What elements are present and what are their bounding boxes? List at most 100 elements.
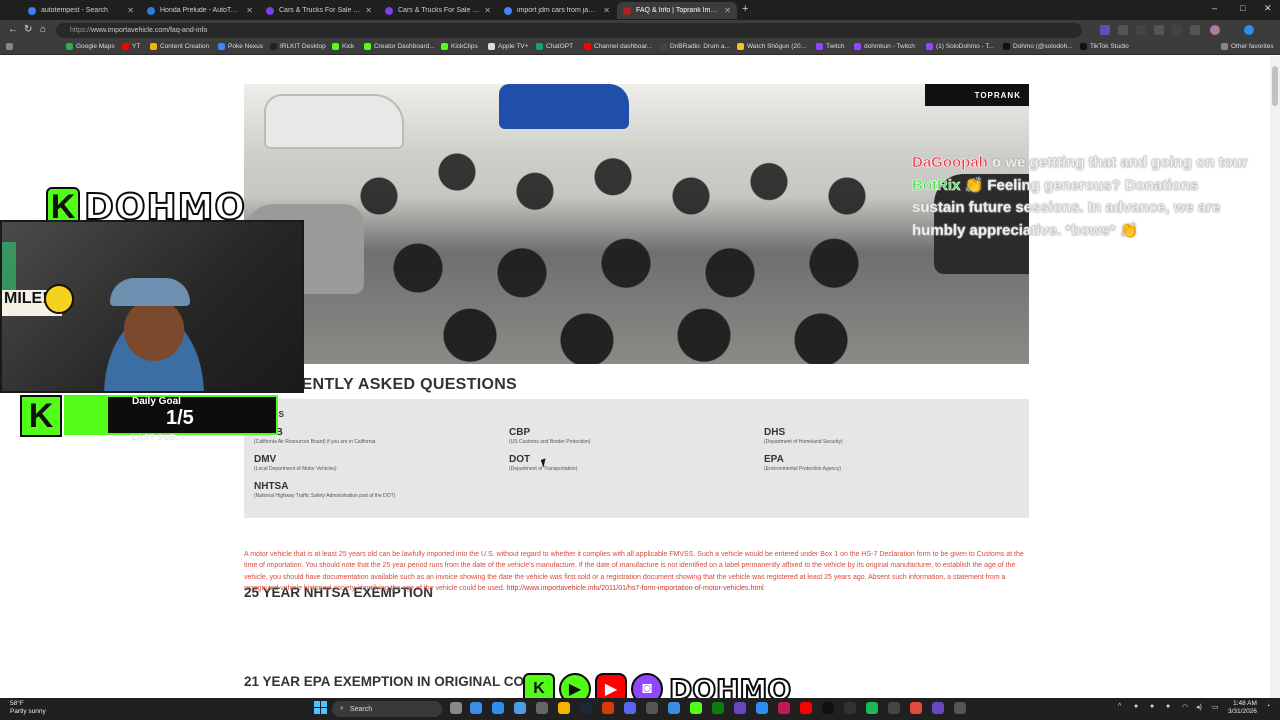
volume-icon[interactable]: ◂) <box>1196 703 1202 711</box>
extension-icon[interactable] <box>1100 25 1110 35</box>
search-icon: ⌕ <box>340 705 344 712</box>
notifications-icon[interactable]: ◔ <box>1266 703 1270 710</box>
back-icon[interactable]: ← <box>8 24 18 35</box>
app-icon[interactable] <box>734 702 746 714</box>
tab-import-jdm[interactable]: import jdm cars from japan - Goog ✕ <box>498 2 616 19</box>
app-icon[interactable] <box>470 702 482 714</box>
app-icon[interactable] <box>954 702 966 714</box>
discord-icon[interactable] <box>624 702 636 714</box>
x-icon[interactable] <box>822 702 834 714</box>
tab-close-icon[interactable]: ✕ <box>127 6 134 15</box>
wifi-icon[interactable]: ◠ <box>1182 703 1188 711</box>
start-button[interactable] <box>314 701 328 715</box>
file-explorer-icon[interactable] <box>558 702 570 714</box>
app-icon[interactable] <box>932 702 944 714</box>
obs-icon[interactable] <box>844 702 856 714</box>
app-icon[interactable] <box>646 702 658 714</box>
bookmark-item[interactable]: IRLKIT Desktop <box>270 43 326 50</box>
tab-faq-toprank[interactable]: FAQ & Info | Toprank Importers ✕ <box>617 2 737 19</box>
tray-app-icon[interactable]: ● <box>1166 703 1170 710</box>
kick-logo-icon: K <box>20 395 62 437</box>
tab-close-icon[interactable]: ✕ <box>603 6 610 15</box>
term-nhtsa: NHTSA (National Highway Traffic Safety A… <box>254 481 396 499</box>
radio-icon <box>660 43 667 50</box>
tab-cars-trucks-1[interactable]: Cars & Trucks For Sale "Honda" near ✕ <box>260 2 378 19</box>
bookmark-item[interactable]: Twitch <box>816 43 844 50</box>
app-icon[interactable] <box>910 702 922 714</box>
edge-icon[interactable] <box>492 702 504 714</box>
bookmark-item[interactable]: YT <box>122 43 140 50</box>
term-cbp: CBP (US Customs and Border Protection) <box>509 427 591 445</box>
bookmark-item[interactable]: Channel dashboar... <box>584 43 652 50</box>
toprank-logo: TOPRANK <box>925 84 1029 106</box>
app-icon[interactable] <box>514 702 526 714</box>
reload-icon[interactable]: ↻ <box>24 24 32 35</box>
tray-app-icon[interactable]: ● <box>1134 703 1138 710</box>
bookmark-item[interactable]: Watch Shōgun (20... <box>737 43 806 50</box>
chat-message: BotRix 👏 Feeling generous? Donations sus… <box>912 175 1252 243</box>
extension-icon[interactable] <box>1118 25 1128 35</box>
weather-widget[interactable]: 58°F Partly sunny <box>10 700 46 716</box>
kick-icon[interactable] <box>690 702 702 714</box>
tab-autotempest-search[interactable]: autotempest - Search ✕ <box>22 2 140 19</box>
xbox-icon[interactable] <box>712 702 724 714</box>
tray-app-icon[interactable]: ● <box>1150 703 1154 710</box>
app-icon[interactable] <box>778 702 790 714</box>
home-icon[interactable]: ⌂ <box>40 24 46 35</box>
bookmark-item[interactable]: (1) SoloDohmo - T... <box>926 43 994 50</box>
extension-icon[interactable] <box>1136 25 1146 35</box>
tray-overflow-icon[interactable]: ^ <box>1118 703 1121 710</box>
bookmark-item[interactable]: TikTok Studio <box>1080 43 1129 50</box>
hs7-form-link[interactable]: http://www.importavehicle.info/2011/01/h… <box>507 585 764 592</box>
spotify-icon[interactable] <box>866 702 878 714</box>
collections-icon[interactable] <box>1172 25 1182 35</box>
chrome-icon[interactable] <box>756 702 768 714</box>
other-favorites[interactable]: Other favorites <box>1221 43 1274 50</box>
youtube-icon[interactable] <box>800 702 812 714</box>
new-tab-icon[interactable]: + <box>742 3 748 15</box>
task-view-icon[interactable] <box>450 702 462 714</box>
cap <box>110 278 190 306</box>
page-scrollbar[interactable] <box>1270 56 1280 698</box>
app-icon[interactable] <box>668 702 680 714</box>
close-window-button[interactable]: ✕ <box>1264 3 1272 14</box>
blue-skyline-car <box>499 84 629 129</box>
bookmark-item[interactable]: KickClips <box>441 43 478 50</box>
tab-close-icon[interactable]: ✕ <box>724 6 731 15</box>
pokeball-icon <box>218 43 225 50</box>
url-input[interactable]: https://www.importavehicle.com/faq-and-i… <box>56 23 1082 38</box>
app-icon[interactable] <box>888 702 900 714</box>
tab-honda-prelude[interactable]: Honda Prelude - AutoTempest.com ✕ <box>141 2 259 19</box>
taskbar-search[interactable]: ⌕ Search <box>332 701 442 717</box>
apps-icon[interactable] <box>6 43 13 50</box>
bookmark-item[interactable]: ChatGPT <box>536 43 573 50</box>
app-icon[interactable] <box>602 702 614 714</box>
downloads-icon[interactable] <box>1190 25 1200 35</box>
tab-favicon-icon <box>147 6 155 15</box>
tab-close-icon[interactable]: ✕ <box>246 6 253 15</box>
bookmark-item[interactable]: Dohmo (@solodoh... <box>1003 43 1073 50</box>
tab-close-icon[interactable]: ✕ <box>484 6 491 15</box>
favorites-icon[interactable] <box>1154 25 1164 35</box>
app-icon[interactable] <box>536 702 548 714</box>
copilot-icon[interactable] <box>1244 25 1254 35</box>
bookmark-item[interactable]: dohmkun - Twitch <box>854 43 915 50</box>
bookmark-item[interactable]: DnBRadio: Drum a... <box>660 43 730 50</box>
bookmark-item[interactable]: Google Maps <box>66 43 115 50</box>
minimize-button[interactable]: – <box>1212 3 1217 13</box>
profile-avatar[interactable] <box>1210 25 1220 35</box>
browser-tab-bar: autotempest - Search ✕ Honda Prelude - A… <box>0 0 1280 20</box>
webcam-feed: MILE! <box>0 220 304 393</box>
system-clock[interactable]: 1:48 AM 3/31/2026 <box>1228 700 1257 716</box>
scrollbar-thumb[interactable] <box>1272 66 1278 106</box>
maximize-button[interactable]: □ <box>1240 3 1245 13</box>
bookmark-item[interactable]: Kick <box>332 43 354 50</box>
battery-icon[interactable]: ▭ <box>1212 703 1219 711</box>
tab-cars-trucks-2[interactable]: Cars & Trucks For Sale "Honda" near ✕ <box>379 2 497 19</box>
bookmark-item[interactable]: Apple TV+ <box>488 43 528 50</box>
tab-close-icon[interactable]: ✕ <box>365 6 372 15</box>
bookmark-item[interactable]: Content Creation <box>150 43 209 50</box>
bookmark-item[interactable]: Creator Dashboard... <box>364 43 435 50</box>
steam-icon[interactable] <box>580 702 592 714</box>
bookmark-item[interactable]: Poke Nexus <box>218 43 263 50</box>
